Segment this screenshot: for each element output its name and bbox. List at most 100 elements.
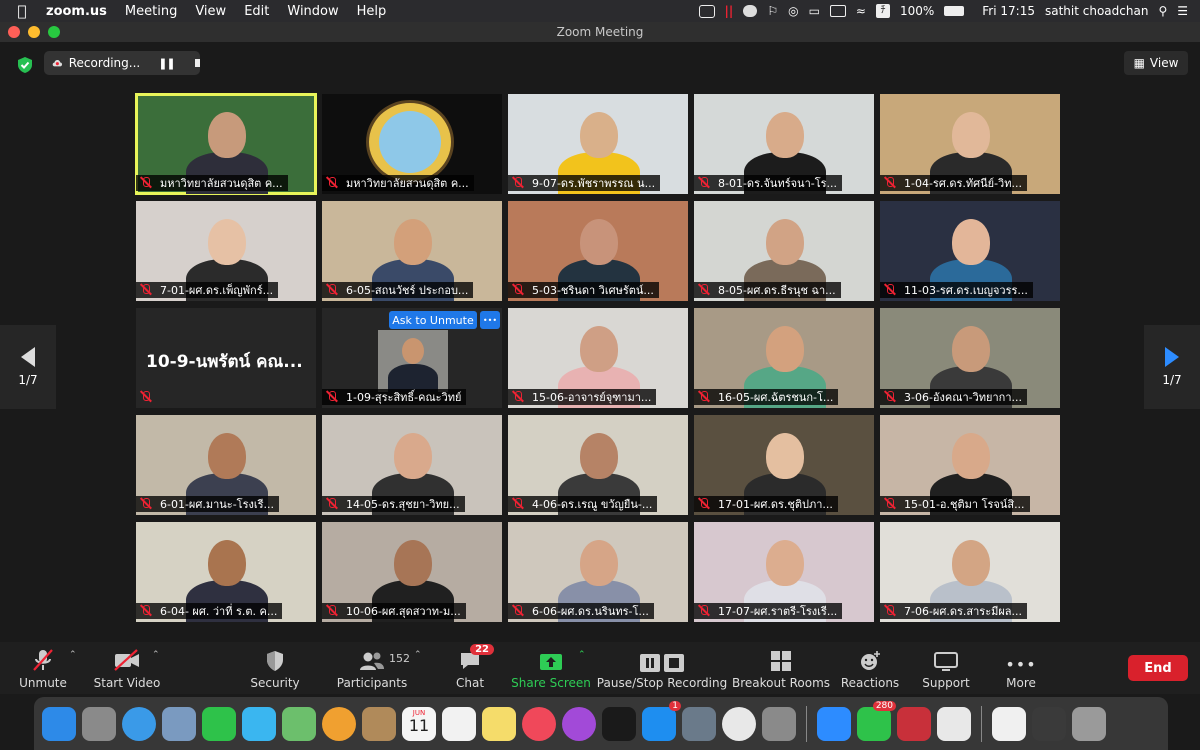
participant-tile[interactable]: 15-01-อ.ชุติมา โรจน์สิ...	[880, 415, 1060, 515]
participant-tile[interactable]: มหาวิทยาลัยสวนดุสิต ค...	[135, 93, 317, 195]
notes-icon[interactable]	[482, 706, 516, 741]
participant-more-options-button[interactable]: •••	[480, 311, 500, 329]
pause-stop-recording-button[interactable]: Pause/Stop Recording	[597, 648, 727, 690]
participant-tile[interactable]: 6-05-สถนวัชร์ ประกอบ...	[322, 201, 502, 301]
participant-tile[interactable]: 8-05-ผศ.ดร.ธีรนุช ฉา...	[694, 201, 874, 301]
previous-page-button[interactable]: 1/7	[0, 325, 56, 409]
menu-window[interactable]: Window	[278, 4, 347, 19]
keyboard-icon[interactable]	[829, 5, 846, 17]
music-icon[interactable]	[522, 706, 556, 741]
participant-tile[interactable]: 17-01-ผศ.ดร.ชุติปภา...	[694, 415, 874, 515]
app-store-icon[interactable]: 1	[642, 700, 681, 741]
participants-options-caret[interactable]: ⌃	[414, 650, 422, 660]
line-icon[interactable]: 280	[857, 700, 896, 741]
menu-view[interactable]: View	[186, 4, 235, 19]
participant-tile[interactable]: 14-05-ดร.สุชยา-วิทย...	[322, 415, 502, 515]
participant-tile[interactable]: 17-07-ผศ.ราตรี-โรงเรี...	[694, 522, 874, 622]
participant-tile[interactable]: 1-04-รศ.ดร.ทัศนีย์-วิท...	[880, 94, 1060, 194]
contacts-icon[interactable]	[362, 706, 396, 741]
participant-tile[interactable]: 7-06-ผศ.ดร.สาระมีผล...	[880, 522, 1060, 622]
menu-meeting[interactable]: Meeting	[116, 4, 186, 19]
security-button[interactable]: Security	[250, 648, 300, 690]
app-menu[interactable]: zoom.us	[44, 4, 116, 19]
document-icon[interactable]	[992, 706, 1026, 741]
share-options-caret[interactable]: ⌃	[578, 650, 586, 660]
next-page-button[interactable]: 1/7	[1144, 325, 1200, 409]
podcasts-icon[interactable]	[562, 706, 596, 741]
participant-tile[interactable]: 4-06-ดร.เรณู ขวัญยืน-...	[508, 415, 688, 515]
participant-tile[interactable]: 3-06-อังคณา-วิทยากา...	[880, 308, 1060, 408]
tv-icon[interactable]	[602, 706, 636, 741]
participant-tile[interactable]: 11-03-รศ.ดร.เบญจวรร...	[880, 201, 1060, 301]
participant-tile[interactable]: 6-01-ผศ.มานะ-โรงเรี...	[136, 415, 316, 515]
launchpad-icon[interactable]	[82, 706, 116, 741]
share-screen-button[interactable]: Share Screen	[511, 648, 591, 690]
wifi-icon[interactable]: ≈	[856, 4, 866, 18]
chrome-icon[interactable]	[722, 706, 756, 741]
breakout-rooms-button[interactable]: Breakout Rooms	[732, 648, 830, 690]
battery-percent[interactable]: 100%	[900, 4, 934, 18]
chat-button[interactable]: 22 Chat	[456, 644, 494, 690]
more-button[interactable]: ••• More	[1005, 648, 1037, 691]
notification-icon[interactable]: ⚐	[767, 4, 778, 18]
creative-cloud-icon[interactable]: ◎	[788, 4, 798, 18]
line-status-icon[interactable]	[743, 5, 758, 17]
apple-menu-icon[interactable]: 	[0, 2, 44, 20]
activity-icon[interactable]	[1032, 706, 1066, 741]
battery-icon[interactable]	[944, 6, 965, 16]
participants-button[interactable]: 152 Participants	[337, 648, 410, 690]
trash-icon[interactable]	[1072, 706, 1106, 741]
maximize-window-button[interactable]	[48, 26, 60, 38]
menu-edit[interactable]: Edit	[235, 4, 278, 19]
notification-center-icon[interactable]: ☰	[1177, 4, 1188, 18]
participant-tile[interactable]: Ask to Unmute ••• 1-09-สุระสิทธิ์-คณะวิทย์	[322, 308, 502, 408]
zoom-icon[interactable]	[817, 706, 851, 741]
maps-icon[interactable]	[282, 706, 316, 741]
messages-icon[interactable]	[242, 706, 276, 741]
preview-icon[interactable]	[162, 706, 196, 741]
participant-tile[interactable]: 10-9-นพรัตน์ คณ...	[136, 308, 316, 408]
participant-tile[interactable]: 16-05-ผศ.ฉัตรชนก-โ...	[694, 308, 874, 408]
participant-tile[interactable]: 6-04- ผศ. ว่าที่ ร.ต. ค...	[136, 522, 316, 622]
view-button[interactable]: ▦ View	[1124, 51, 1188, 75]
user-name[interactable]: sathit choadchan	[1045, 4, 1148, 18]
encryption-shield-icon[interactable]	[14, 54, 36, 76]
textedit-icon[interactable]	[937, 706, 971, 741]
stop-recording-button[interactable]	[194, 59, 200, 67]
input-source-icon[interactable]: ﾁ	[875, 4, 890, 18]
audio-options-caret[interactable]: ⌃	[69, 650, 77, 660]
safari-icon[interactable]	[122, 706, 156, 741]
close-window-button[interactable]	[8, 26, 20, 38]
minimize-window-button[interactable]	[28, 26, 40, 38]
photos-icon[interactable]	[322, 706, 356, 741]
reactions-button[interactable]: Reactions	[841, 648, 899, 690]
recording-status-icon[interactable]: ||	[725, 4, 734, 18]
participant-tile[interactable]: 5-03-ชรินดา วิเศษรัตน์...	[508, 201, 688, 301]
parallels-icon[interactable]	[897, 706, 931, 741]
participant-tile[interactable]: 8-01-ดร.จันทร์จนา-โร...	[694, 94, 874, 194]
participant-tile[interactable]: 6-06-ผศ.ดร.นรินทร-โ...	[508, 522, 688, 622]
airplay-icon[interactable]: ▭	[809, 4, 820, 18]
pause-recording-button[interactable]: ❚❚	[158, 57, 175, 70]
participant-tile[interactable]: 7-01-ผศ.ดร.เพ็ญพักร์...	[136, 201, 316, 301]
clock[interactable]: Fri 17:15	[982, 4, 1035, 18]
participant-tile[interactable]: 15-06-อาจารย์จุฑามา...	[508, 308, 688, 408]
participant-tile[interactable]: 10-06-ผศ.สุดสวาท-ม...	[322, 522, 502, 622]
facetime-icon[interactable]	[202, 706, 236, 741]
menu-help[interactable]: Help	[348, 4, 396, 19]
start-video-button[interactable]: Start Video	[94, 648, 160, 690]
ask-to-unmute-button[interactable]: Ask to Unmute	[389, 311, 477, 329]
reminders-icon[interactable]	[442, 706, 476, 741]
finder-icon[interactable]	[42, 706, 76, 741]
unmute-button[interactable]: Unmute	[19, 648, 67, 690]
end-meeting-button[interactable]: End	[1128, 655, 1188, 681]
support-button[interactable]: Support	[922, 648, 970, 690]
video-options-caret[interactable]: ⌃	[152, 650, 160, 660]
system-preferences-icon[interactable]	[762, 706, 796, 741]
spotlight-search-icon[interactable]: ⚲	[1158, 4, 1167, 18]
screenshot-icon[interactable]	[682, 706, 716, 741]
participant-tile[interactable]: มหาวิทยาลัยสวนดุสิต ค...	[322, 94, 502, 194]
participant-tile[interactable]: 9-07-ดร.พัชราพรรณ น...	[508, 94, 688, 194]
calendar-icon[interactable]: JUN 11	[402, 706, 436, 741]
zoom-status-icon[interactable]	[698, 4, 715, 18]
